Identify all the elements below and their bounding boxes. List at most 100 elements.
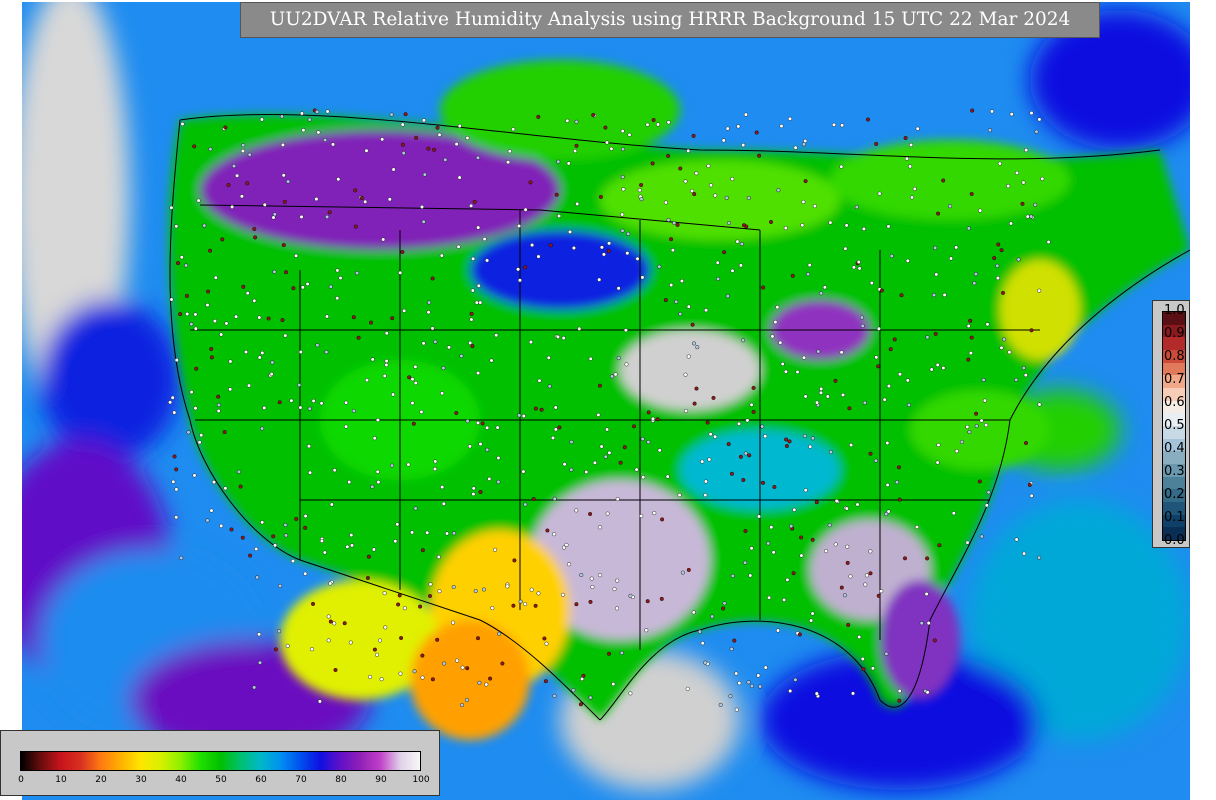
station-marker — [270, 360, 275, 365]
station-marker — [391, 167, 396, 172]
station-marker — [819, 291, 824, 296]
station-marker — [440, 391, 445, 396]
station-marker — [228, 359, 233, 364]
station-marker — [745, 418, 750, 423]
station-marker — [1009, 221, 1014, 226]
station-marker — [876, 593, 881, 598]
station-marker — [819, 390, 824, 395]
colorbar-label: 0.9 — [1164, 326, 1185, 341]
station-marker — [611, 682, 616, 687]
station-marker — [620, 228, 625, 233]
station-marker — [441, 366, 446, 371]
station-marker — [280, 318, 285, 323]
station-marker — [772, 485, 777, 490]
station-marker — [282, 199, 287, 204]
station-marker — [605, 427, 610, 432]
station-marker — [1033, 202, 1038, 207]
station-marker — [567, 562, 572, 567]
station-marker — [828, 450, 833, 455]
station-marker — [410, 530, 415, 535]
station-marker — [776, 628, 781, 633]
station-marker — [481, 587, 486, 592]
station-marker — [862, 400, 867, 405]
station-marker — [686, 148, 691, 153]
station-marker — [192, 473, 197, 478]
station-marker — [560, 592, 565, 597]
station-marker — [669, 283, 674, 288]
station-marker — [809, 618, 814, 623]
station-marker — [366, 554, 371, 559]
station-marker — [174, 515, 179, 520]
station-marker — [889, 253, 894, 258]
station-marker — [790, 273, 795, 278]
station-marker — [435, 637, 440, 642]
station-marker — [607, 241, 612, 246]
station-marker — [209, 508, 214, 513]
station-marker — [257, 315, 262, 320]
station-marker — [433, 339, 438, 344]
station-marker — [999, 345, 1004, 350]
station-marker — [465, 135, 470, 140]
station-marker — [554, 192, 559, 197]
station-marker — [235, 173, 240, 178]
station-marker — [748, 573, 753, 578]
station-marker — [562, 462, 567, 467]
station-marker — [803, 488, 808, 493]
station-marker — [626, 231, 631, 236]
station-marker — [747, 453, 752, 458]
station-marker — [761, 480, 766, 485]
station-marker — [738, 263, 743, 268]
station-marker — [178, 312, 183, 317]
station-marker — [511, 127, 516, 132]
station-marker — [436, 555, 441, 560]
station-marker — [469, 203, 474, 208]
station-marker — [220, 237, 225, 242]
station-marker — [743, 560, 748, 565]
station-marker — [784, 444, 789, 449]
colorbar-label: 0.2 — [1164, 487, 1185, 502]
station-marker — [686, 567, 691, 572]
station-marker — [657, 448, 662, 453]
station-marker — [868, 451, 873, 456]
station-marker — [592, 460, 597, 465]
station-marker — [979, 534, 984, 539]
station-marker — [788, 689, 793, 694]
station-marker — [692, 192, 697, 197]
station-marker — [710, 614, 715, 619]
station-marker — [694, 171, 699, 176]
station-marker — [478, 442, 483, 447]
station-marker — [715, 260, 720, 265]
station-marker — [977, 479, 982, 484]
station-marker — [430, 326, 435, 331]
station-marker — [767, 595, 772, 600]
station-marker — [766, 541, 771, 546]
station-marker — [738, 454, 743, 459]
station-marker — [259, 117, 264, 122]
station-marker — [254, 547, 259, 552]
station-marker — [722, 601, 727, 606]
station-marker — [645, 599, 650, 604]
station-marker — [816, 349, 821, 354]
station-marker — [371, 547, 376, 552]
station-marker — [269, 372, 274, 377]
station-marker — [311, 601, 316, 606]
station-marker — [897, 497, 902, 502]
station-marker — [365, 378, 370, 383]
station-marker — [596, 412, 601, 417]
station-marker — [742, 223, 747, 228]
station-marker — [973, 272, 978, 277]
station-marker — [399, 636, 404, 641]
station-marker — [420, 204, 425, 209]
station-marker — [294, 517, 299, 522]
station-marker — [984, 503, 989, 508]
station-marker — [484, 682, 489, 687]
station-marker — [193, 326, 198, 331]
station-marker — [301, 128, 306, 133]
station-marker — [465, 419, 470, 424]
station-marker — [432, 147, 437, 152]
station-marker — [788, 116, 793, 121]
station-marker — [411, 421, 416, 426]
station-marker — [271, 534, 276, 539]
station-marker — [451, 620, 456, 625]
station-marker — [610, 374, 615, 379]
